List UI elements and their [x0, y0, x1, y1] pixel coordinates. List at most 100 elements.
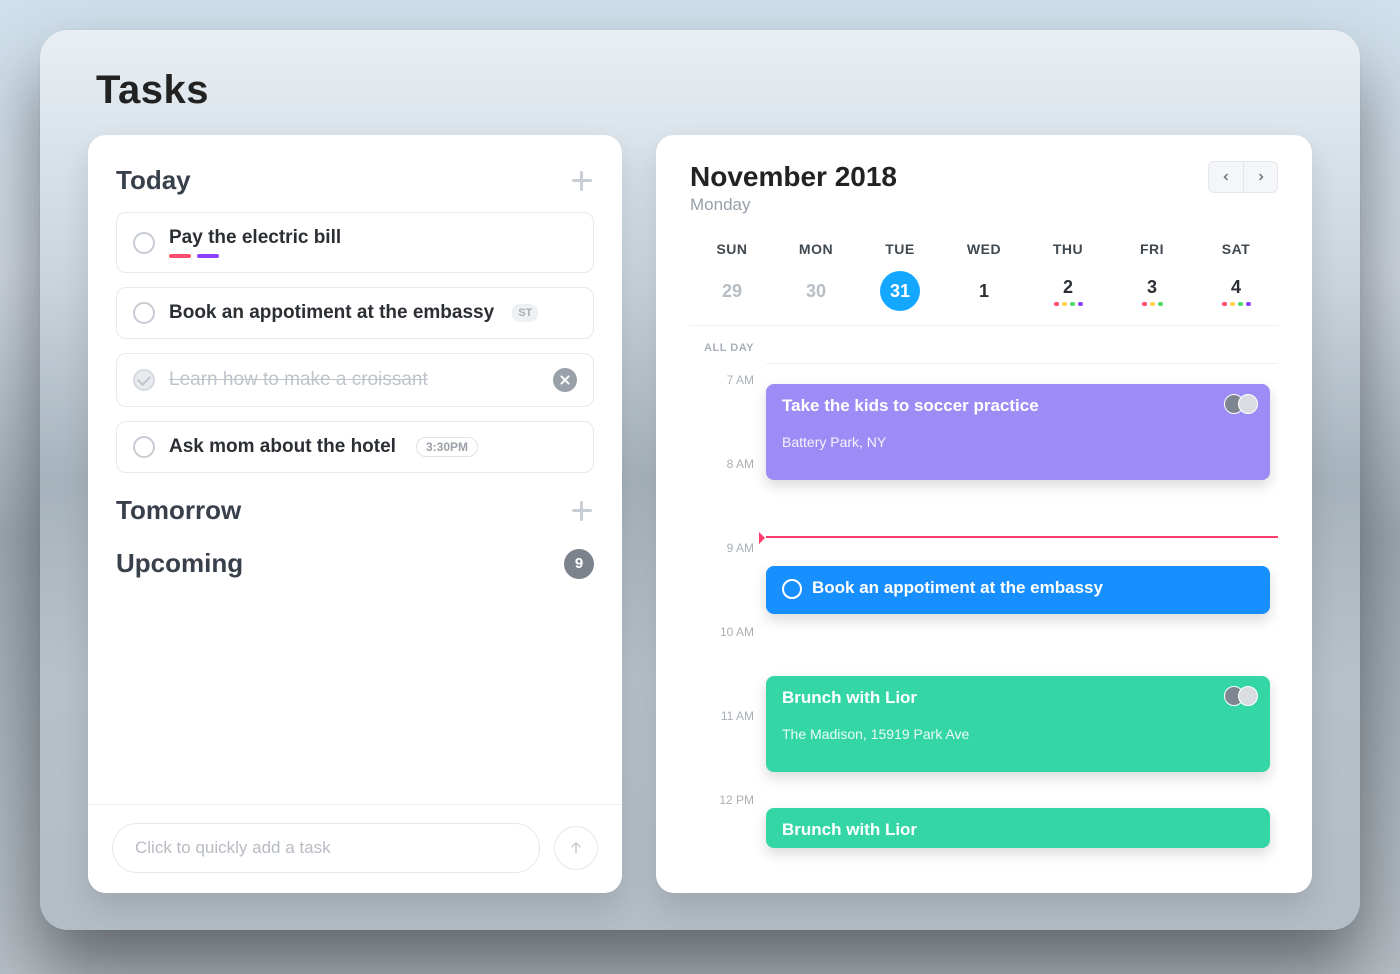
all-day-lane — [766, 332, 1278, 364]
task-item[interactable]: Book an appotiment at the embassy ST — [116, 287, 594, 339]
chevron-left-icon — [1220, 171, 1232, 183]
task-checkbox[interactable] — [133, 436, 155, 458]
add-task-today-button[interactable] — [570, 169, 594, 193]
date-cell[interactable]: 4 — [1194, 277, 1278, 306]
prev-week-button[interactable] — [1209, 162, 1243, 192]
event-dot — [1150, 302, 1155, 306]
event-dot — [1070, 302, 1075, 306]
calendar-panel: November 2018 Monday SUNMONTUEWEDTHUFRIS… — [656, 135, 1312, 893]
event-dots — [1222, 302, 1251, 306]
task-checkbox-done[interactable] — [133, 369, 155, 391]
hour-label: 12 PM — [690, 793, 766, 877]
task-item[interactable]: Ask mom about the hotel 3:30PM — [116, 421, 594, 473]
hours-column: ALL DAY 7 AM8 AM9 AM10 AM11 AM12 PM — [690, 332, 766, 893]
event-title: Take the kids to soccer practice — [782, 396, 1039, 415]
quick-add-bar: Click to quickly add a task — [88, 804, 622, 893]
weekday-label: SAT — [1194, 241, 1278, 257]
event-dot — [1078, 302, 1083, 306]
date-number: 31 — [880, 271, 920, 311]
event-dot — [1222, 302, 1227, 306]
hour-label: 8 AM — [690, 457, 766, 541]
hour-label: 11 AM — [690, 709, 766, 793]
date-number: 3 — [1147, 277, 1157, 298]
date-number: 29 — [722, 281, 742, 302]
task-time-pill: 3:30PM — [416, 437, 478, 457]
avatar — [1238, 394, 1258, 414]
add-task-tomorrow-button[interactable] — [570, 499, 594, 523]
section-label-upcoming: Upcoming — [116, 548, 243, 579]
date-cell[interactable]: 30 — [774, 281, 858, 302]
event-dot — [1158, 302, 1163, 306]
weekday-label: TUE — [858, 241, 942, 257]
calendar-event[interactable]: Brunch with Lior — [766, 808, 1270, 848]
event-title: Brunch with Lior — [782, 820, 917, 839]
hour-labels: 7 AM8 AM9 AM10 AM11 AM12 PM — [690, 365, 766, 877]
task-checkbox[interactable] — [133, 302, 155, 324]
event-title: Book an appotiment at the embassy — [812, 578, 1103, 597]
hour-label: 7 AM — [690, 373, 766, 457]
date-cell[interactable]: 2 — [1026, 277, 1110, 306]
page-title: Tasks — [96, 68, 1312, 113]
event-attendees — [1230, 686, 1258, 706]
date-cell[interactable]: 1 — [942, 281, 1026, 302]
tasks-panel: Today Pay the electric bill B — [88, 135, 622, 893]
calendar-subtitle: Monday — [690, 195, 897, 215]
events-column[interactable]: Take the kids to soccer practiceBattery … — [766, 364, 1278, 372]
task-item-completed[interactable]: Learn how to make a croissant — [116, 353, 594, 407]
task-body: Pay the electric bill — [169, 227, 341, 258]
date-cell[interactable]: 31 — [858, 271, 942, 311]
event-location: The Madison, 15919 Park Ave — [782, 726, 1254, 742]
chevron-right-icon — [1255, 171, 1267, 183]
section-header-today: Today — [116, 165, 594, 196]
quick-add-submit-button[interactable] — [554, 826, 598, 870]
calendar-event[interactable]: Take the kids to soccer practiceBattery … — [766, 384, 1270, 480]
quick-add-input[interactable]: Click to quickly add a task — [112, 823, 540, 873]
tag-dot — [169, 254, 191, 258]
task-item[interactable]: Pay the electric bill — [116, 212, 594, 273]
event-title: Brunch with Lior — [782, 688, 917, 707]
task-tags — [169, 254, 341, 258]
events-column-wrap: Take the kids to soccer practiceBattery … — [766, 332, 1278, 893]
next-week-button[interactable] — [1243, 162, 1277, 192]
hour-label: 10 AM — [690, 625, 766, 709]
task-text: Pay the electric bill — [169, 227, 341, 249]
section-header-upcoming: Upcoming 9 — [116, 548, 594, 579]
date-cell[interactable]: 29 — [690, 281, 774, 302]
weekday-label: FRI — [1110, 241, 1194, 257]
weekday-row: SUNMONTUEWEDTHUFRISAT — [690, 241, 1278, 257]
event-dot — [1246, 302, 1251, 306]
date-number: 30 — [806, 281, 826, 302]
event-dot — [1142, 302, 1147, 306]
task-text: Ask mom about the hotel — [169, 436, 396, 458]
weekday-label: MON — [774, 241, 858, 257]
tasks-scroll: Today Pay the electric bill B — [88, 135, 622, 804]
calendar-title: November 2018 — [690, 161, 897, 193]
weekday-label: SUN — [690, 241, 774, 257]
event-dot — [1062, 302, 1067, 306]
current-time-indicator — [766, 536, 1278, 538]
calendar-title-block: November 2018 Monday — [690, 161, 897, 215]
dismiss-task-button[interactable] — [553, 368, 577, 392]
date-cell[interactable]: 3 — [1110, 277, 1194, 306]
weekday-label: WED — [942, 241, 1026, 257]
upcoming-count: 9 — [564, 549, 594, 579]
timeline: ALL DAY 7 AM8 AM9 AM10 AM11 AM12 PM Take… — [690, 332, 1278, 893]
section-label-today: Today — [116, 165, 191, 196]
date-number: 2 — [1063, 277, 1073, 298]
event-checkbox[interactable] — [782, 579, 802, 599]
calendar-event[interactable]: Brunch with Lior The Madison, 15919 Park … — [766, 676, 1270, 772]
calendar-nav — [1208, 161, 1278, 193]
event-dot — [1230, 302, 1235, 306]
hour-label: 9 AM — [690, 541, 766, 625]
section-label-tomorrow: Tomorrow — [116, 495, 241, 526]
calendar-event[interactable]: Book an appotiment at the embassy — [766, 566, 1270, 614]
calendar-header: November 2018 Monday — [690, 161, 1278, 215]
app-window: Tasks Today Pay the electric bill — [40, 30, 1360, 930]
task-text: Book an appotiment at the embassy — [169, 302, 494, 324]
task-checkbox[interactable] — [133, 232, 155, 254]
avatar — [1238, 686, 1258, 706]
date-row: 29 30 31 1 2 3 4 — [690, 271, 1278, 326]
all-day-label: ALL DAY — [690, 332, 766, 365]
main-columns: Today Pay the electric bill B — [88, 135, 1312, 893]
date-number: 4 — [1231, 277, 1241, 298]
